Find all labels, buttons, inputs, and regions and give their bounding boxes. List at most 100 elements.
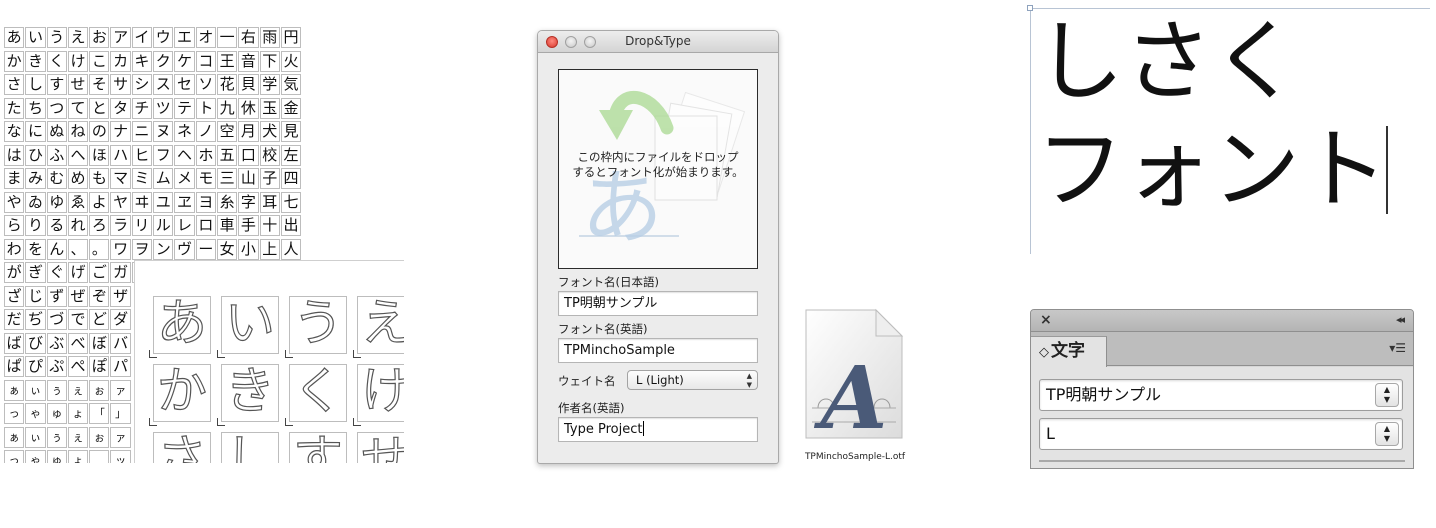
glyph-cell[interactable]: る — [46, 215, 67, 236]
glyph-cell[interactable]: ユ — [153, 191, 174, 213]
glyph-cell[interactable]: ウ — [153, 27, 174, 48]
glyph-cell[interactable]: た — [4, 97, 25, 119]
glyph-cell[interactable]: ぅ — [46, 426, 67, 448]
glyph-cell[interactable]: 校 — [259, 144, 280, 166]
glyph-cell[interactable]: つ — [46, 97, 67, 119]
glyph-cell[interactable]: ッ — [110, 450, 131, 463]
font-family-field[interactable]: TP明朝サンプル ▲ ▼ — [1039, 379, 1403, 411]
glyph-cell[interactable]: か — [4, 50, 25, 72]
glyph-cell[interactable]: 学 — [259, 74, 280, 95]
font-style-stepper[interactable]: ▲ ▼ — [1375, 422, 1399, 446]
zoomed-glyph-cell[interactable]: き — [217, 361, 279, 426]
font-family-stepper[interactable]: ▲ ▼ — [1375, 383, 1399, 407]
glyph-cell[interactable]: 音 — [238, 50, 259, 72]
glyph-cell[interactable]: よ — [89, 191, 110, 213]
glyph-cell[interactable]: 花 — [216, 74, 238, 95]
otf-file-icon[interactable]: A — [804, 308, 904, 449]
glyph-cell[interactable]: ぽ — [89, 356, 110, 377]
glyph-cell[interactable]: バ — [110, 332, 131, 354]
glyph-cell[interactable]: ト — [195, 97, 216, 119]
glyph-cell[interactable]: す — [46, 74, 67, 95]
glyph-cell[interactable]: ぁ — [4, 379, 25, 401]
glyph-cell[interactable]: 玉 — [259, 97, 280, 119]
glyph-cell[interactable]: り — [25, 215, 46, 236]
glyph-cell[interactable]: ぎ — [25, 262, 46, 283]
glyph-cell[interactable]: 小 — [238, 238, 259, 260]
glyph-cell[interactable]: レ — [174, 215, 195, 236]
glyph-cell[interactable]: 」 — [110, 403, 131, 424]
glyph-cell[interactable]: 七 — [280, 191, 302, 213]
glyph-cell[interactable]: 気 — [280, 74, 302, 95]
font-name-ja-input[interactable]: TP明朝サンプル — [558, 291, 758, 316]
glyph-cell[interactable]: 、 — [67, 238, 89, 260]
glyph-cell[interactable]: 糸 — [216, 191, 238, 213]
glyph-cell[interactable]: 空 — [216, 121, 238, 142]
glyph-cell[interactable]: シ — [131, 74, 153, 95]
glyph-cell[interactable]: ば — [4, 332, 25, 354]
glyph-cell[interactable]: び — [25, 332, 46, 354]
zoomed-glyph-cell[interactable]: せ — [357, 429, 404, 463]
glyph-cell[interactable]: ょ — [67, 403, 89, 424]
glyph-cell[interactable]: 上 — [259, 238, 280, 260]
glyph-cell[interactable]: は — [4, 144, 25, 166]
glyph-cell[interactable] — [89, 450, 110, 463]
glyph-cell[interactable]: ス — [153, 74, 174, 95]
glyph-cell[interactable]: 休 — [238, 97, 259, 119]
panel-menu-icon[interactable]: ▾☰ — [1389, 341, 1406, 355]
glyph-cell[interactable]: ゆ — [46, 191, 67, 213]
font-style-field[interactable]: L ▲ ▼ — [1039, 418, 1403, 450]
glyph-cell[interactable]: い — [25, 27, 46, 48]
glyph-cell[interactable]: ぱ — [4, 356, 25, 377]
glyph-cell[interactable]: 四 — [280, 168, 302, 189]
zoomed-glyph-cell[interactable]: か — [149, 361, 211, 426]
glyph-cell[interactable]: 「 — [89, 403, 110, 424]
glyph-cell[interactable]: イ — [131, 27, 153, 48]
glyph-cell[interactable]: ゃ — [25, 403, 46, 424]
glyph-cell[interactable]: 出 — [280, 215, 302, 236]
glyph-cell[interactable]: っ — [4, 403, 25, 424]
glyph-cell[interactable]: 十 — [259, 215, 280, 236]
glyph-cell[interactable]: ど — [89, 309, 110, 330]
glyph-cell[interactable]: 火 — [280, 50, 302, 72]
glyph-cell[interactable]: や — [4, 191, 25, 213]
glyph-cell[interactable]: 金 — [280, 97, 302, 119]
glyph-cell[interactable]: ミ — [131, 168, 153, 189]
glyph-cell[interactable]: ヨ — [195, 191, 216, 213]
glyph-cell[interactable]: サ — [110, 74, 131, 95]
glyph-cell[interactable]: ラ — [110, 215, 131, 236]
glyph-cell[interactable]: ほ — [89, 144, 110, 166]
glyph-cell[interactable]: ソ — [195, 74, 216, 95]
glyph-cell[interactable]: あ — [4, 27, 25, 48]
glyph-cell[interactable]: ぁ — [4, 426, 25, 448]
glyph-cell[interactable]: モ — [195, 168, 216, 189]
glyph-cell[interactable]: ぴ — [25, 356, 46, 377]
glyph-cell[interactable]: ァ — [110, 379, 131, 401]
collapse-icon[interactable]: ◂◂ — [1396, 313, 1405, 326]
glyph-cell[interactable]: 王 — [216, 50, 238, 72]
glyph-cell[interactable]: 右 — [238, 27, 259, 48]
zoomed-glyph-cell[interactable]: く — [285, 361, 347, 426]
glyph-cell[interactable]: げ — [67, 262, 89, 283]
glyph-cell[interactable]: ノ — [195, 121, 216, 142]
glyph-cell[interactable]: 犬 — [259, 121, 280, 142]
glyph-cell[interactable]: ぃ — [25, 426, 46, 448]
glyph-cell[interactable]: パ — [110, 356, 131, 377]
glyph-cell[interactable]: く — [46, 50, 67, 72]
glyph-cell[interactable]: ネ — [174, 121, 195, 142]
zoomed-glyph-cell[interactable]: し — [221, 429, 279, 463]
glyph-cell[interactable]: ヲ — [131, 238, 153, 260]
glyph-cell[interactable]: ひ — [25, 144, 46, 166]
close-icon[interactable]: × — [1040, 312, 1052, 328]
glyph-cell[interactable]: え — [67, 27, 89, 48]
glyph-cell[interactable]: ヰ — [131, 191, 153, 213]
glyph-cell[interactable]: 貝 — [238, 74, 259, 95]
glyph-cell[interactable]: ヒ — [131, 144, 153, 166]
glyph-cell[interactable]: ご — [89, 262, 110, 283]
text-frame-handle[interactable] — [1027, 5, 1033, 11]
glyph-cell[interactable]: コ — [195, 50, 216, 72]
glyph-cell[interactable]: 九 — [216, 97, 238, 119]
glyph-cell[interactable]: ぶ — [46, 332, 67, 354]
glyph-cell[interactable]: こ — [89, 50, 110, 72]
glyph-cell[interactable]: フ — [153, 144, 174, 166]
glyph-cell[interactable]: 見 — [280, 121, 302, 142]
